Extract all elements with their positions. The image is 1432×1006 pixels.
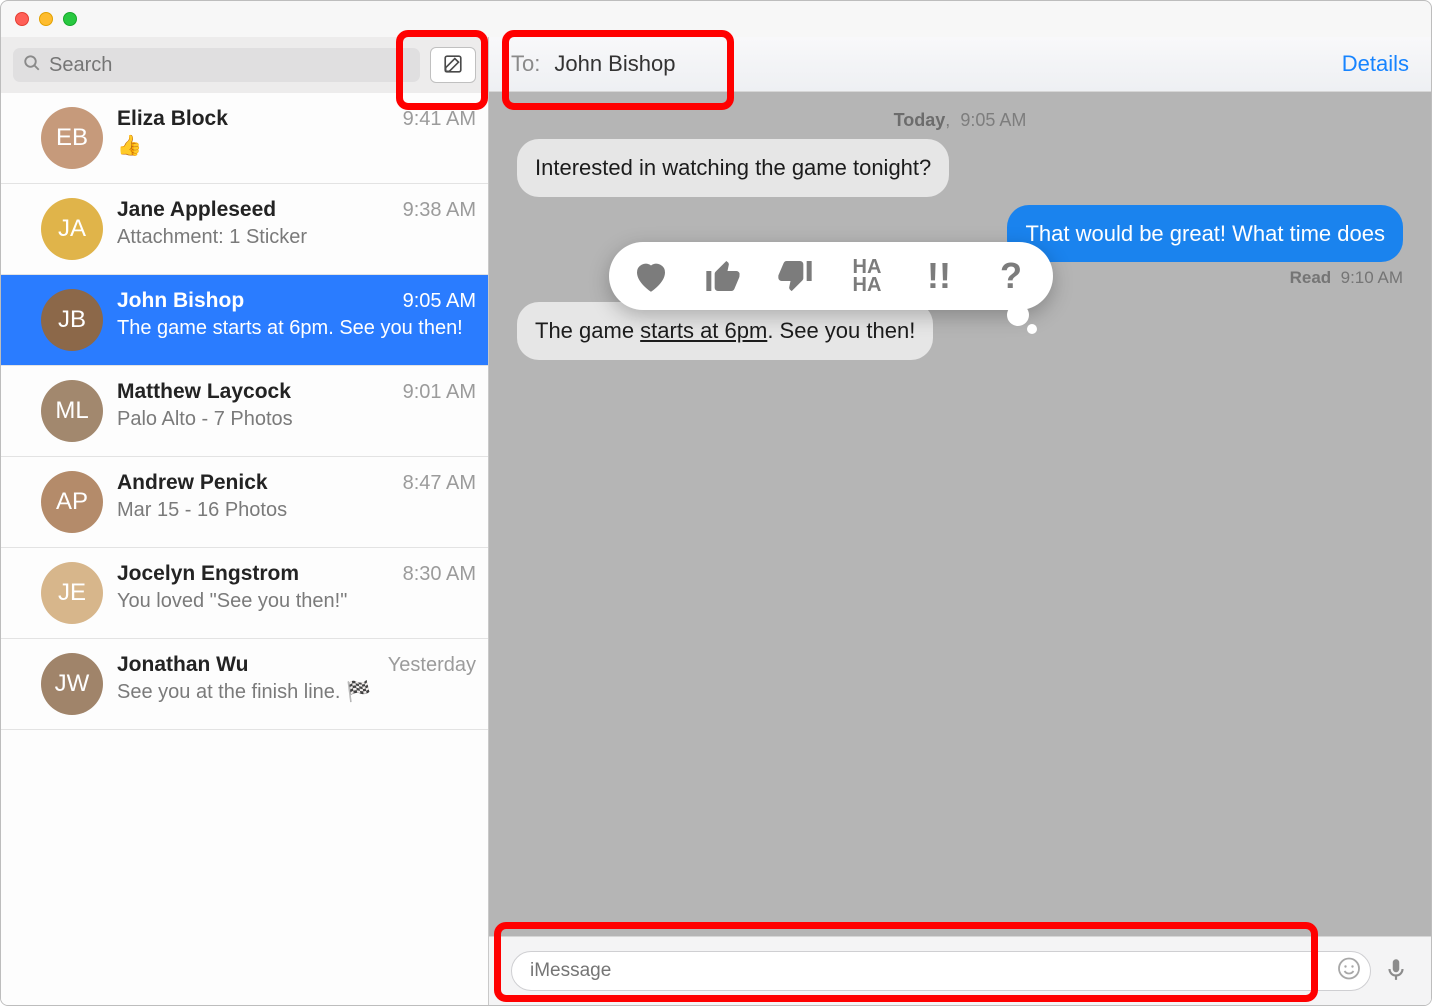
conversation-name: Matthew Laycock — [117, 380, 291, 404]
zoom-window-button[interactable] — [63, 12, 77, 26]
conversation-time: 9:01 AM — [403, 381, 476, 404]
message-text: Interested in watching the game tonight? — [535, 155, 931, 180]
minimize-window-button[interactable] — [39, 12, 53, 26]
message-bubble-incoming[interactable]: The game starts at 6pm. See you then! — [517, 302, 933, 360]
conversation-name: Eliza Block — [117, 107, 228, 131]
emoji-picker-icon[interactable] — [1337, 957, 1361, 986]
conversation-time: 8:47 AM — [403, 472, 476, 495]
messages-window: EB Eliza Block 9:41 AM👍 JA Jane Appleseed 9:3… — [0, 0, 1432, 1006]
tapback-heart-icon[interactable] — [627, 252, 675, 300]
content-split: EB Eliza Block 9:41 AM👍 JA Jane Appleseed 9:3… — [1, 37, 1431, 1005]
compose-icon — [442, 53, 464, 78]
tapback-picker: HAHA !! ? — [609, 242, 1053, 310]
tapback-exclaim-icon[interactable]: !! — [915, 252, 963, 300]
conversation-name: Jonathan Wu — [117, 653, 248, 677]
conversation-name: Andrew Penick — [117, 471, 268, 495]
tapback-thumbs-up-icon[interactable] — [699, 252, 747, 300]
conversation-time: 8:30 AM — [403, 563, 476, 586]
to-label: To: — [511, 51, 540, 77]
conversation-time: Yesterday — [388, 654, 476, 677]
conversation-name: John Bishop — [117, 289, 244, 313]
thread-timestamp: Today, 9:05 AM — [517, 110, 1403, 131]
conversation-preview: Mar 15 - 16 Photos — [117, 497, 476, 524]
conversation-preview: Palo Alto - 7 Photos — [117, 406, 476, 433]
conversation-header: To: John Bishop Details — [489, 37, 1431, 92]
conversation-preview: The game starts at 6pm. See you then! — [117, 315, 476, 342]
tapback-thumbs-down-icon[interactable] — [771, 252, 819, 300]
window-titlebar — [1, 1, 1431, 37]
conversation-body: Jane Appleseed 9:38 AMAttachment: 1 Stick… — [117, 198, 476, 251]
conversation-time: 9:05 AM — [403, 290, 476, 313]
message-text: The game starts at 6pm. See you then! — [535, 318, 915, 343]
compose-button[interactable] — [430, 47, 476, 83]
conversation-item[interactable]: JB John Bishop 9:05 AMThe game starts at 6… — [1, 275, 488, 366]
avatar: JA — [41, 198, 103, 260]
search-input[interactable] — [49, 54, 410, 77]
recipient-name[interactable]: John Bishop — [554, 51, 675, 77]
avatar: JE — [41, 562, 103, 624]
search-field[interactable] — [13, 48, 420, 82]
avatar: ML — [41, 380, 103, 442]
conversation-body: John Bishop 9:05 AMThe game starts at 6pm… — [117, 289, 476, 342]
conversation-item[interactable]: JW Jonathan Wu YesterdaySee you at the fin… — [1, 639, 488, 730]
message-bubble-incoming[interactable]: Interested in watching the game tonight? — [517, 139, 949, 197]
conversation-item[interactable]: ML Matthew Laycock 9:01 AMPalo Alto - 7 Ph… — [1, 366, 488, 457]
tapback-question-icon[interactable]: ? — [987, 252, 1035, 300]
conversation-item[interactable]: AP Andrew Penick 8:47 AMMar 15 - 16 Photos — [1, 457, 488, 548]
conversation-body: Andrew Penick 8:47 AMMar 15 - 16 Photos — [117, 471, 476, 524]
conversation-time: 9:38 AM — [403, 199, 476, 222]
details-button[interactable]: Details — [1342, 51, 1409, 77]
compose-bar — [489, 936, 1431, 1005]
avatar: EB — [41, 107, 103, 169]
message-thread[interactable]: Today, 9:05 AM Interested in watching th… — [489, 92, 1431, 936]
conversation-preview: You loved "See you then!" — [117, 588, 476, 615]
avatar: JW — [41, 653, 103, 715]
conversation-body: Jonathan Wu YesterdaySee you at the finis… — [117, 653, 476, 706]
conversation-name: Jocelyn Engstrom — [117, 562, 299, 586]
conversation-preview: 👍 — [117, 133, 476, 160]
message-text: That would be great! What time does — [1025, 221, 1385, 246]
message-bubble-outgoing[interactable]: That would be great! What time does — [1007, 205, 1403, 263]
conversation-name: Jane Appleseed — [117, 198, 276, 222]
conversation-body: Matthew Laycock 9:01 AMPalo Alto - 7 Phot… — [117, 380, 476, 433]
conversation-item[interactable]: JE Jocelyn Engstrom 8:30 AMYou loved "See … — [1, 548, 488, 639]
conversation-item[interactable]: JA Jane Appleseed 9:38 AMAttachment: 1 Sti… — [1, 184, 488, 275]
tapback-haha-icon[interactable]: HAHA — [843, 252, 891, 300]
conversation-pane: To: John Bishop Details Today, 9:05 AM I… — [489, 37, 1431, 1005]
conversation-preview: See you at the finish line. 🏁 — [117, 679, 476, 706]
read-receipt: Read 9:10 AM — [1290, 268, 1403, 288]
conversation-item[interactable]: EB Eliza Block 9:41 AM👍 — [1, 93, 488, 184]
avatar: JB — [41, 289, 103, 351]
conversation-time: 9:41 AM — [403, 108, 476, 131]
conversation-body: Jocelyn Engstrom 8:30 AMYou loved "See yo… — [117, 562, 476, 615]
microphone-icon[interactable] — [1383, 956, 1409, 987]
close-window-button[interactable] — [15, 12, 29, 26]
avatar: AP — [41, 471, 103, 533]
conversation-preview: Attachment: 1 Sticker — [117, 224, 476, 251]
conversation-sidebar: EB Eliza Block 9:41 AM👍 JA Jane Appleseed 9:3… — [1, 37, 489, 1005]
sidebar-toolbar — [1, 37, 488, 93]
conversation-list[interactable]: EB Eliza Block 9:41 AM👍 JA Jane Appleseed 9:3… — [1, 93, 488, 1005]
message-input[interactable] — [511, 951, 1371, 991]
conversation-body: Eliza Block 9:41 AM👍 — [117, 107, 476, 160]
search-icon — [23, 54, 41, 77]
